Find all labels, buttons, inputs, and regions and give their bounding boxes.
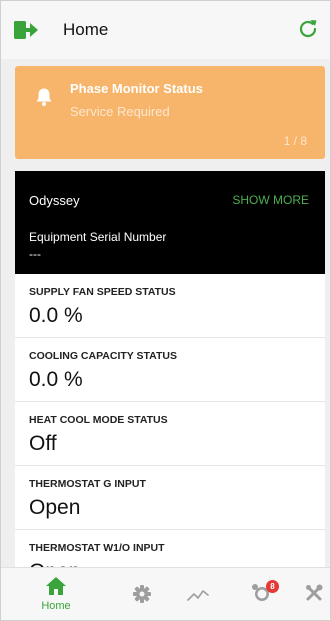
alarm-count-badge: 8 — [266, 580, 279, 593]
status-item-supply-fan-speed: SUPPLY FAN SPEED STATUS 0.0 % — [15, 274, 325, 338]
show-more-button[interactable]: SHOW MORE — [232, 193, 309, 207]
serial-number-label: Equipment Serial Number — [29, 230, 167, 244]
status-label: THERMOSTAT G INPUT — [29, 478, 146, 490]
status-panel[interactable]: Odyssey SHOW MORE Equipment Serial Numbe… — [15, 171, 325, 571]
page-title: Home — [63, 20, 109, 39]
nav-tools[interactable] — [289, 568, 330, 620]
bell-icon — [35, 87, 53, 107]
top-bar: Home — [1, 1, 330, 59]
status-label: HEAT COOL MODE STATUS — [29, 414, 168, 426]
status-item-thermostat-w1o: THERMOSTAT W1/O INPUT Open — [15, 530, 325, 571]
status-value: 0.0 % — [29, 368, 83, 391]
status-item-thermostat-g: THERMOSTAT G INPUT Open — [15, 466, 325, 530]
alert-card[interactable]: Phase Monitor Status Service Required 1 … — [15, 66, 325, 159]
nav-alarms[interactable]: 8 — [237, 568, 287, 620]
bottom-nav: Home 8 — [1, 567, 330, 620]
tools-icon — [306, 584, 323, 601]
refresh-icon[interactable] — [296, 17, 320, 41]
status-value: Off — [29, 432, 57, 455]
nav-settings[interactable] — [117, 568, 167, 620]
nav-home[interactable]: Home — [31, 568, 81, 620]
status-label: COOLING CAPACITY STATUS — [29, 350, 177, 362]
status-value: 0.0 % — [29, 304, 83, 327]
alert-subtitle: Service Required — [70, 104, 170, 119]
nav-trends[interactable] — [173, 568, 223, 620]
device-header: Odyssey SHOW MORE Equipment Serial Numbe… — [15, 171, 325, 274]
status-item-cooling-capacity: COOLING CAPACITY STATUS 0.0 % — [15, 338, 325, 402]
device-name: Odyssey — [29, 193, 80, 208]
status-label: SUPPLY FAN SPEED STATUS — [29, 286, 176, 298]
status-list: SUPPLY FAN SPEED STATUS 0.0 % COOLING CA… — [15, 274, 325, 571]
alert-title: Phase Monitor Status — [70, 81, 203, 96]
alert-pager: 1 / 8 — [283, 134, 307, 148]
status-value: Open — [29, 496, 81, 519]
logout-icon[interactable] — [13, 19, 39, 41]
serial-number-value: --- — [29, 247, 41, 261]
gear-icon — [133, 585, 151, 603]
app-frame: Home Phase Monitor Status Service Requir… — [0, 0, 331, 621]
nav-home-label: Home — [41, 600, 71, 612]
home-icon — [46, 577, 66, 595]
status-item-heat-cool-mode: HEAT COOL MODE STATUS Off — [15, 402, 325, 466]
status-label: THERMOSTAT W1/O INPUT — [29, 542, 165, 554]
trend-icon — [187, 590, 209, 601]
